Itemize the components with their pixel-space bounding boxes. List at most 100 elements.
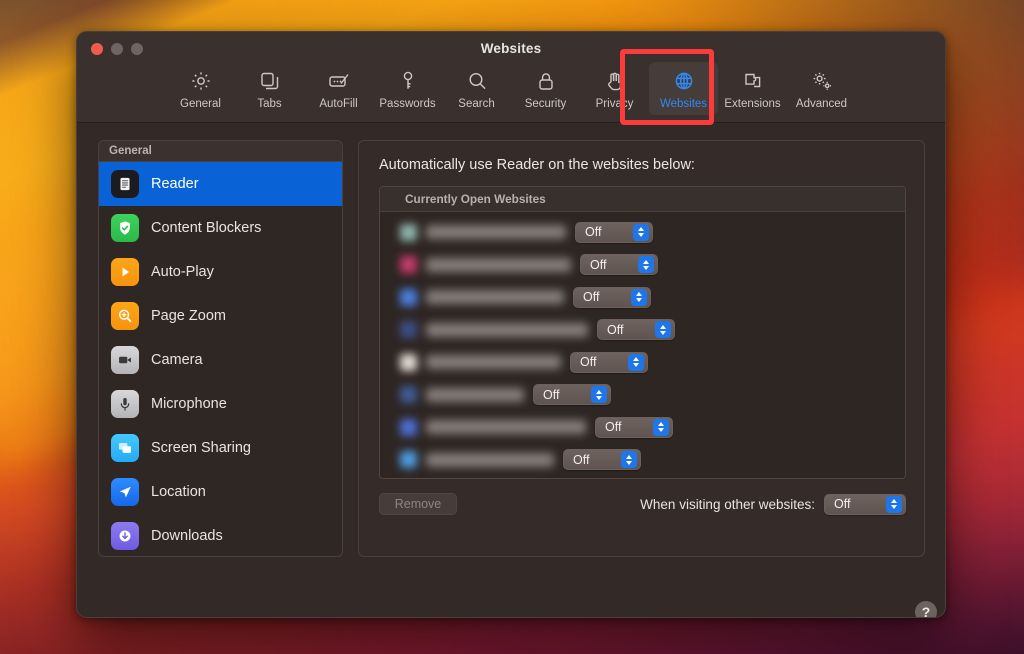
microphone-icon (111, 390, 139, 418)
settings-detail-pane: Automatically use Reader on the websites… (358, 140, 925, 557)
toolbar-tab-advanced[interactable]: Advanced (787, 62, 856, 115)
sidebar-item-reader[interactable]: Reader (99, 162, 342, 206)
table-row[interactable]: Off (380, 216, 905, 249)
toolbar-tab-websites[interactable]: Websites (649, 62, 718, 115)
toolbar-tab-extensions[interactable]: Extensions (718, 62, 787, 115)
toolbar-tab-label: Extensions (724, 98, 781, 110)
reader-mode-dropdown[interactable]: Off (575, 221, 653, 243)
other-websites-setting: When visiting other websites: Off (640, 493, 906, 515)
help-button[interactable]: ? (915, 601, 937, 617)
toolbar-tab-label: AutoFill (319, 98, 358, 110)
sidebar-item-page-zoom[interactable]: Page Zoom (99, 294, 342, 338)
screen-sharing-icon (111, 434, 139, 462)
dropdown-value: Off (585, 225, 602, 240)
reader-mode-dropdown[interactable]: Off (580, 254, 658, 276)
sidebar-item-microphone[interactable]: Microphone (99, 382, 342, 426)
lock-icon (534, 68, 558, 94)
toolbar-tab-security[interactable]: Security (511, 62, 580, 115)
gears-icon (810, 68, 834, 94)
sidebar-item-content-blockers[interactable]: Content Blockers (99, 206, 342, 250)
autofill-icon (327, 68, 351, 94)
table-row[interactable]: Off (380, 444, 905, 477)
dropdown-value: Off (605, 420, 622, 435)
toolbar-tab-label: Tabs (257, 98, 282, 110)
favicon (400, 288, 417, 306)
chevron-updown-icon (638, 256, 654, 274)
toolbar-tab-privacy[interactable]: Privacy (580, 62, 649, 115)
window-title: Websites (480, 41, 542, 56)
remove-button[interactable]: Remove (379, 493, 457, 515)
location-arrow-icon (111, 478, 139, 506)
website-name (426, 225, 566, 240)
sidebar-item-label: Content Blockers (151, 220, 262, 236)
website-name (426, 322, 588, 337)
chevron-updown-icon (655, 321, 671, 339)
window-titlebar: Websites General Tabs AutoFill Passwords… (77, 32, 945, 125)
dropdown-value: Off (543, 387, 560, 402)
reader-mode-dropdown[interactable]: Off (573, 286, 651, 308)
table-row[interactable]: Off (380, 346, 905, 379)
sidebar-item-screen-sharing[interactable]: Screen Sharing (99, 426, 342, 470)
sidebar-item-auto-play[interactable]: Auto-Play (99, 250, 342, 294)
dropdown-value: Off (583, 290, 600, 305)
toolbar-tab-general[interactable]: General (166, 62, 235, 115)
tabs-icon (258, 68, 282, 94)
sidebar-item-downloads[interactable]: Downloads (99, 514, 342, 556)
website-name (426, 387, 524, 402)
sidebar-item-label: Camera (151, 352, 203, 368)
website-name (426, 452, 554, 467)
settings-sidebar: General Reader Content Blockers Auto-Pla… (98, 140, 343, 557)
reader-icon (111, 170, 139, 198)
play-icon (111, 258, 139, 286)
dropdown-value: Off (580, 355, 597, 370)
table-row[interactable]: Off (380, 476, 905, 478)
reader-mode-dropdown[interactable]: Off (595, 416, 673, 438)
reader-mode-dropdown[interactable]: Off (597, 319, 675, 341)
favicon (400, 223, 417, 241)
toolbar-tab-tabs[interactable]: Tabs (235, 62, 304, 115)
sidebar-section-header: General (99, 141, 342, 162)
window-body: General Reader Content Blockers Auto-Pla… (77, 123, 945, 617)
magnifier-plus-icon (111, 302, 139, 330)
puzzle-icon (741, 68, 765, 94)
table-row[interactable]: Off (380, 281, 905, 314)
dropdown-value: Off (590, 257, 607, 272)
search-icon (465, 68, 489, 94)
toolbar-tab-passwords[interactable]: Passwords (373, 62, 442, 115)
dropdown-value: Off (607, 322, 624, 337)
websites-list: Currently Open Websites Off Off Off Off … (379, 186, 906, 479)
toolbar-tab-label: Privacy (595, 98, 634, 110)
sidebar-item-location[interactable]: Location (99, 470, 342, 514)
favicon (400, 353, 417, 371)
reader-mode-dropdown[interactable]: Off (570, 351, 648, 373)
chevron-updown-icon (633, 223, 649, 241)
desktop-background: Websites General Tabs AutoFill Passwords… (0, 0, 1024, 654)
sidebar-item-label: Downloads (151, 528, 223, 544)
sidebar-item-camera[interactable]: Camera (99, 338, 342, 382)
other-websites-dropdown[interactable]: Off (824, 493, 906, 515)
hand-icon (603, 68, 627, 94)
toolbar-tab-label: Websites (659, 98, 708, 110)
table-row[interactable]: Off (380, 411, 905, 444)
website-name (426, 257, 571, 272)
reader-mode-dropdown[interactable]: Off (533, 384, 611, 406)
sidebar-item-label: Location (151, 484, 206, 500)
table-row[interactable]: Off (380, 379, 905, 412)
toolbar-tab-search[interactable]: Search (442, 62, 511, 115)
sidebar-item-label: Auto-Play (151, 264, 214, 280)
preferences-toolbar: General Tabs AutoFill Passwords Search S… (77, 62, 945, 115)
chevron-updown-icon (621, 451, 637, 469)
dropdown-value: Off (834, 497, 851, 511)
favicon (400, 256, 417, 274)
reader-mode-dropdown[interactable]: Off (563, 449, 641, 471)
toolbar-tab-autofill[interactable]: AutoFill (304, 62, 373, 115)
safari-preferences-window: Websites General Tabs AutoFill Passwords… (76, 31, 946, 618)
favicon (400, 451, 417, 469)
chevron-updown-icon (631, 288, 647, 306)
list-rows-container[interactable]: Off Off Off Off Off Off Off Off (380, 212, 905, 478)
chevron-updown-icon (591, 386, 607, 404)
table-row[interactable]: Off (380, 314, 905, 347)
pane-heading: Automatically use Reader on the websites… (379, 157, 695, 173)
table-row[interactable]: Off (380, 249, 905, 282)
globe-icon (672, 68, 696, 94)
